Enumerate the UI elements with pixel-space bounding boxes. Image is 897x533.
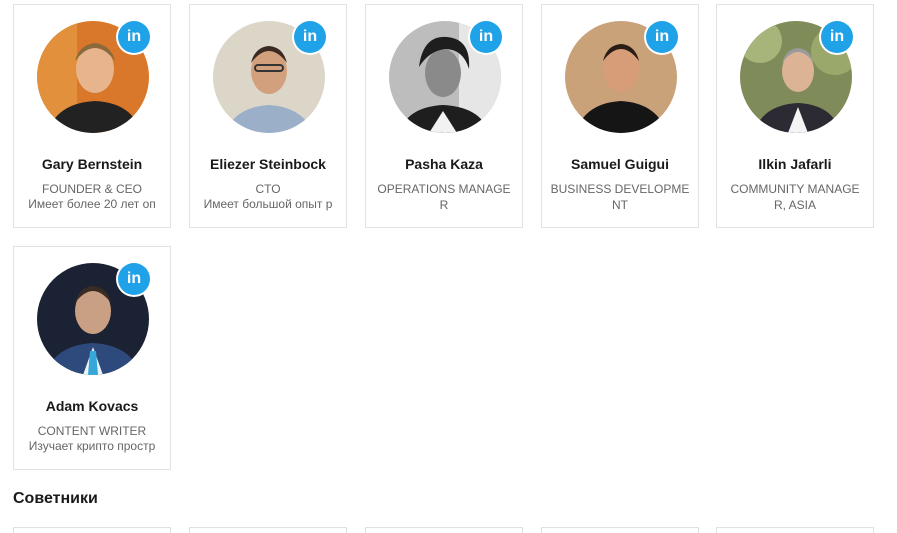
advisors-section-title: Советники [13, 490, 98, 507]
member-role: CTO [255, 182, 281, 196]
advisor-card-stub [541, 527, 699, 533]
member-description: Изучает крипто простр [28, 439, 156, 453]
member-role: FOUNDER & CEO [41, 182, 142, 196]
member-name: Samuel Guigui [570, 156, 669, 172]
avatar-wrap: in [37, 21, 150, 133]
avatar-wrap: in [37, 263, 150, 375]
team-card: in Gary Bernstein FOUNDER & CEO Имеет бо… [13, 4, 171, 228]
advisor-card-stub [189, 527, 347, 533]
team-card: in Eliezer Steinbock CTO Имеет большой о… [189, 4, 347, 228]
team-card: in Samuel Guigui BUSINESS DEVELOPMENT [541, 4, 699, 228]
linkedin-icon[interactable]: in [294, 21, 326, 53]
member-role: OPERATIONS MANAGER [377, 182, 511, 212]
member-name: Eliezer Steinbock [210, 156, 326, 172]
linkedin-icon[interactable]: in [118, 263, 150, 295]
member-description: Имеет более 20 лет оп [28, 197, 156, 211]
advisor-card-stub [716, 527, 874, 533]
avatar-wrap: in [740, 21, 853, 133]
member-name: Pasha Kaza [405, 156, 483, 172]
member-name: Gary Bernstein [41, 156, 143, 172]
avatar-wrap: in [565, 21, 678, 133]
linkedin-icon[interactable]: in [470, 21, 502, 53]
linkedin-icon[interactable]: in [646, 21, 678, 53]
advisor-card-stub [365, 527, 523, 533]
team-card: in Ilkin Jafarli COMMUNITY MANAGER, ASIA [716, 4, 874, 228]
member-role: BUSINESS DEVELOPMENT [550, 182, 690, 212]
member-description: Имеет большой опыт р [203, 197, 333, 211]
linkedin-icon[interactable]: in [821, 21, 853, 53]
member-name: Ilkin Jafarli [758, 156, 832, 172]
avatar-wrap: in [389, 21, 502, 133]
member-role: CONTENT WRITER [37, 424, 147, 438]
team-card: in Pasha Kaza OPERATIONS MANAGER [365, 4, 523, 228]
avatar-wrap: in [213, 21, 326, 133]
member-role: COMMUNITY MANAGER, ASIA [730, 182, 860, 212]
advisor-card-stub [13, 527, 171, 533]
team-card: in Adam Kovacs CONTENT WRITER Изучает кр… [13, 246, 171, 470]
linkedin-icon[interactable]: in [118, 21, 150, 53]
member-name: Adam Kovacs [45, 398, 139, 414]
